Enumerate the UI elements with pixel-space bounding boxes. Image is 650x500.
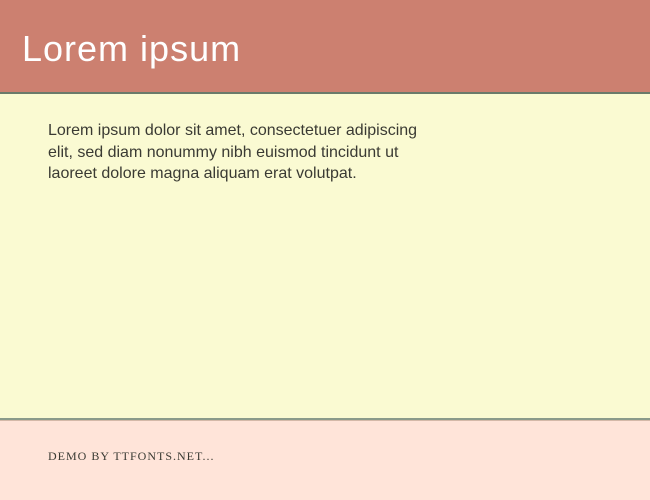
page-title: Lorem ipsum: [22, 28, 628, 70]
header-banner: Lorem ipsum: [0, 0, 650, 94]
body-paragraph: Lorem ipsum dolor sit amet, consectetuer…: [48, 120, 428, 185]
content-area: Lorem ipsum dolor sit amet, consectetuer…: [0, 94, 650, 420]
footer-text: DEMO BY TTFONTS.NET...: [48, 449, 214, 463]
footer-area: DEMO BY TTFONTS.NET...: [0, 420, 650, 491]
